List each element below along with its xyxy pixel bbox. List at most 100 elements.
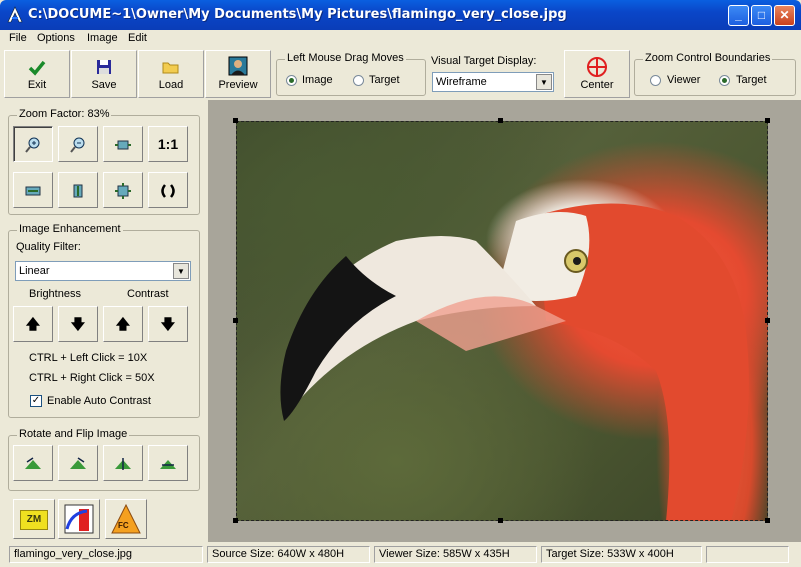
- quality-filter-label: Quality Filter:: [16, 241, 81, 253]
- hint-ctrl-right: CTRL + Right Click = 50X: [29, 372, 155, 384]
- drag-target-radio[interactable]: [353, 75, 364, 86]
- brightness-down-button[interactable]: 🡇: [58, 306, 98, 342]
- resize-handle[interactable]: [765, 118, 770, 123]
- rotate-right-icon: [70, 457, 86, 469]
- fc-label: FC: [118, 521, 129, 530]
- resize-handle[interactable]: [233, 318, 238, 323]
- load-label: Load: [158, 79, 184, 91]
- fc-button[interactable]: FC: [105, 499, 147, 539]
- status-bar: flamingo_very_close.jpg Source Size: 640…: [0, 543, 801, 567]
- arrow-up-icon: 🡅: [115, 316, 131, 332]
- rotate-right-button[interactable]: [58, 445, 98, 481]
- flip-vertical-button[interactable]: [148, 445, 188, 481]
- quality-filter-select[interactable]: Linear ▼: [15, 261, 191, 281]
- toolbar: Exit Save Load Preview Left Mouse Drag M…: [0, 48, 801, 100]
- contrast-up-button[interactable]: 🡅: [103, 306, 143, 342]
- fit-height-button[interactable]: [58, 172, 98, 208]
- contrast-down-button[interactable]: 🡇: [148, 306, 188, 342]
- title-bar[interactable]: C:\DOCUME~1\Owner\My Documents\My Pictur…: [0, 0, 801, 30]
- auto-contrast-label: Enable Auto Contrast: [47, 395, 151, 407]
- center-button[interactable]: Center: [564, 50, 630, 98]
- visual-target-select[interactable]: Wireframe ▼: [432, 72, 554, 92]
- bounds-target-radio[interactable]: [719, 75, 730, 86]
- arrow-up-icon: 🡅: [25, 316, 41, 332]
- menu-edit[interactable]: Edit: [128, 32, 147, 44]
- arrow-down-icon: 🡇: [160, 316, 176, 332]
- zoom-in-button[interactable]: [13, 126, 53, 162]
- preview-button[interactable]: Preview: [205, 50, 271, 98]
- resize-handle[interactable]: [233, 118, 238, 123]
- enhancement-label: Image Enhancement: [17, 223, 123, 235]
- flip-horizontal-icon: [115, 458, 131, 470]
- save-button[interactable]: Save: [71, 50, 137, 98]
- resize-handle[interactable]: [498, 118, 503, 123]
- fit-target-button[interactable]: [103, 172, 143, 208]
- auto-contrast-checkbox[interactable]: ✓: [30, 395, 42, 407]
- close-button[interactable]: ✕: [774, 5, 795, 26]
- rotate-label: Rotate and Flip Image: [17, 428, 130, 440]
- zoom-bounds-group: Zoom Control Boundaries Viewer Target: [634, 52, 796, 96]
- menu-bar: File Options Image Edit: [0, 30, 801, 48]
- quality-filter-value: Linear: [19, 265, 50, 277]
- maximize-button[interactable]: □: [751, 5, 772, 26]
- status-extra: [706, 546, 789, 563]
- chevron-down-icon[interactable]: ▼: [173, 263, 189, 279]
- left-panel: Zoom Factor: 83% 1:1 Image Enhancement Q…: [0, 100, 208, 542]
- fit-image-icon: [115, 140, 131, 150]
- zoom-chart-icon: [64, 504, 94, 534]
- bounds-viewer-radio[interactable]: [650, 75, 661, 86]
- menu-options[interactable]: Options: [37, 32, 75, 44]
- drag-target-label: Target: [369, 74, 400, 86]
- save-label: Save: [91, 79, 117, 91]
- fit-height-icon: [73, 184, 83, 198]
- zoom-chart-button[interactable]: [58, 499, 100, 539]
- resize-handle[interactable]: [498, 518, 503, 523]
- hint-ctrl-left: CTRL + Left Click = 10X: [29, 352, 148, 364]
- drag-moves-group: Left Mouse Drag Moves Image Target: [276, 52, 426, 96]
- zoom-factor-label: Zoom Factor: 83%: [17, 108, 112, 120]
- zoom-out-button[interactable]: [58, 126, 98, 162]
- menu-file[interactable]: File: [9, 32, 27, 44]
- fit-width-button[interactable]: [13, 172, 53, 208]
- flamingo-image: [280, 203, 749, 521]
- drag-image-radio[interactable]: [286, 75, 297, 86]
- chevron-down-icon[interactable]: ▼: [536, 74, 552, 90]
- fc-icon: [111, 503, 141, 534]
- fit-both-button[interactable]: [103, 126, 143, 162]
- zm-icon: ZM: [20, 510, 48, 530]
- status-filename: flamingo_very_close.jpg: [9, 546, 203, 563]
- reset-icon: [161, 184, 175, 198]
- app-icon: [7, 6, 23, 23]
- brightness-label: Brightness: [29, 288, 81, 300]
- rotate-left-button[interactable]: [13, 445, 53, 481]
- floppy-disk-icon: [97, 60, 111, 74]
- rotate-left-icon: [25, 457, 41, 469]
- fit-width-icon: [25, 186, 41, 196]
- resize-handle[interactable]: [765, 518, 770, 523]
- resize-handle[interactable]: [233, 518, 238, 523]
- resize-handle[interactable]: [765, 318, 770, 323]
- image-canvas[interactable]: [236, 121, 768, 521]
- actual-size-button[interactable]: 1:1: [148, 126, 188, 162]
- crosshair-icon: [587, 57, 607, 77]
- minimize-button[interactable]: _: [728, 5, 749, 26]
- zoom-out-icon: [70, 137, 85, 153]
- load-button[interactable]: Load: [138, 50, 204, 98]
- drag-image-label: Image: [302, 74, 333, 86]
- portrait-icon: [228, 56, 248, 76]
- zm-button[interactable]: ZM: [13, 499, 55, 539]
- status-target-size: Target Size: 533W x 400H: [541, 546, 702, 563]
- status-viewer-size: Viewer Size: 585W x 435H: [374, 546, 537, 563]
- brightness-up-button[interactable]: 🡅: [13, 306, 53, 342]
- reset-zoom-button[interactable]: [148, 172, 188, 208]
- menu-image[interactable]: Image: [87, 32, 118, 44]
- visual-target-label: Visual Target Display:: [431, 55, 537, 67]
- flip-horizontal-button[interactable]: [103, 445, 143, 481]
- flip-vertical-icon: [160, 460, 176, 469]
- exit-label: Exit: [27, 79, 47, 91]
- bounds-target-label: Target: [736, 74, 767, 86]
- exit-button[interactable]: Exit: [4, 50, 70, 98]
- zoom-in-icon: [25, 137, 40, 153]
- fit-target-icon: [115, 183, 131, 199]
- visual-target-value: Wireframe: [436, 76, 487, 88]
